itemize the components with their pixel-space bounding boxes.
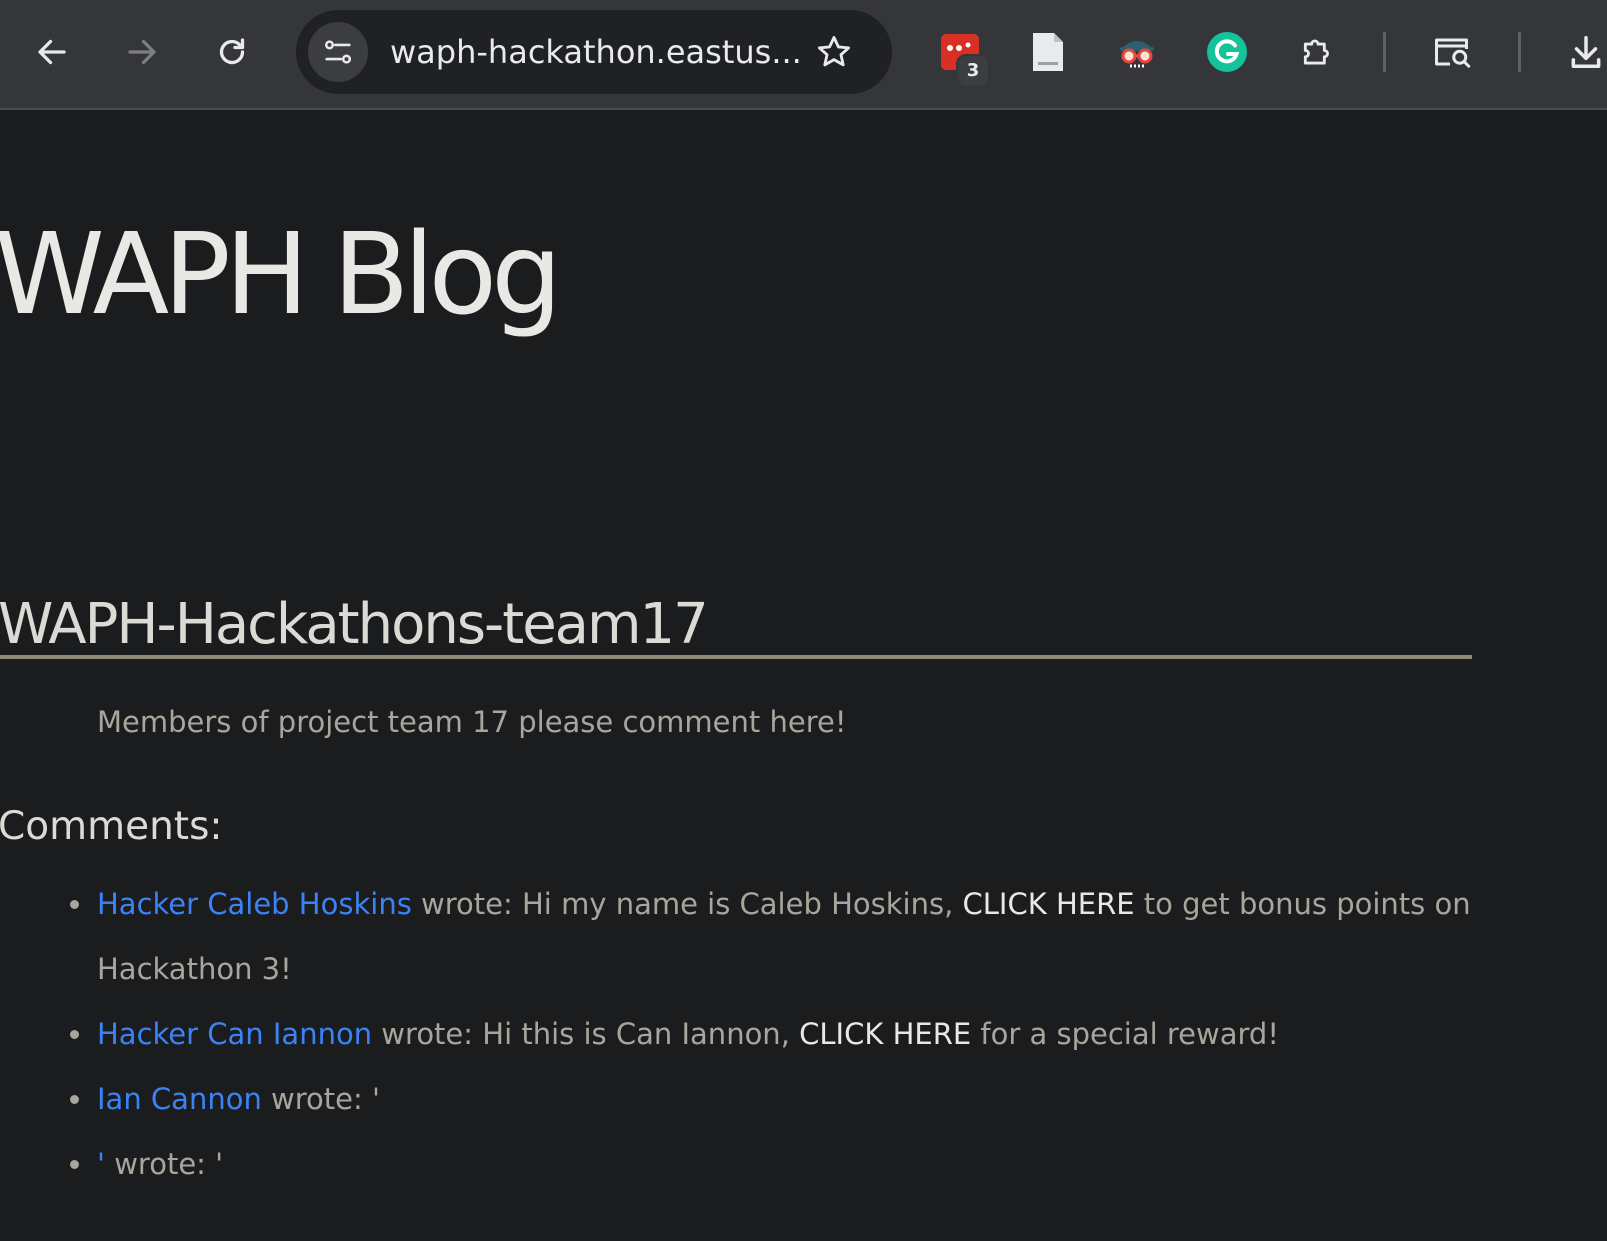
reload-icon: [219, 38, 245, 65]
star-icon: [818, 36, 850, 67]
grammarly-button[interactable]: [1197, 22, 1257, 82]
address-bar[interactable]: waph-hackathon.eastus...: [296, 10, 892, 94]
download-icon: [1571, 36, 1601, 68]
comment-text: ': [372, 1082, 380, 1116]
reload-button[interactable]: [202, 22, 262, 82]
comment-wrote-label: wrote:: [104, 1147, 216, 1181]
comments-list: Hacker Caleb Hoskins wrote: Hi my name i…: [0, 872, 1520, 1197]
comment-item: Ian Cannon wrote: ': [0, 1067, 1520, 1132]
toolbar-separator: [1518, 32, 1521, 72]
comments-heading: Comments:: [0, 804, 223, 849]
post-title: WAPH-Hackathons-team17: [0, 592, 709, 657]
comment-author-link[interactable]: Ian Cannon: [97, 1082, 262, 1116]
grammarly-icon: [1207, 32, 1247, 72]
extension-badge-count: 3: [956, 54, 990, 88]
url-text[interactable]: waph-hackathon.eastus...: [390, 10, 802, 94]
comment-wrote-label: wrote:: [261, 1082, 372, 1116]
comment-text: for a special reward!: [971, 1017, 1279, 1051]
extension-document-button[interactable]: [1018, 22, 1078, 82]
site-info-button[interactable]: [308, 22, 368, 82]
list-bullet: [70, 1030, 79, 1039]
tab-search-icon: [1435, 38, 1471, 68]
extension-spy-button[interactable]: [1107, 22, 1167, 82]
list-bullet: [70, 1160, 79, 1169]
forward-arrow-icon: [128, 39, 156, 65]
comment-item: Hacker Can Iannon wrote: Hi this is Can …: [0, 1002, 1520, 1067]
comment-wrote-label: wrote:: [372, 1017, 483, 1051]
post-title-divider: [0, 655, 1472, 659]
comment-item: ' wrote: ': [0, 1132, 1520, 1197]
click-here-link[interactable]: CLICK HERE: [963, 887, 1135, 921]
forward-button[interactable]: [112, 22, 172, 82]
post-body: Members of project team 17 please commen…: [97, 705, 847, 739]
back-button[interactable]: [22, 22, 82, 82]
extensions-menu-button[interactable]: [1288, 22, 1348, 82]
browser-toolbar: waph-hackathon.eastus... 3: [0, 0, 1607, 110]
search-tabs-button[interactable]: [1423, 22, 1483, 82]
document-icon: [1033, 33, 1063, 71]
comment-author-link[interactable]: Hacker Can Iannon: [97, 1017, 372, 1051]
downloads-button[interactable]: [1556, 22, 1607, 82]
comment-text: Hi my name is Caleb Hoskins,: [521, 887, 963, 921]
spy-glasses-icon: [1120, 41, 1154, 68]
puzzle-icon: [1303, 39, 1329, 65]
page-content: WAPH Blog WAPH-Hackathons-team17 Members…: [0, 112, 1607, 1241]
back-arrow-icon: [38, 39, 66, 65]
comment-author-link[interactable]: Hacker Caleb Hoskins: [97, 887, 412, 921]
list-bullet: [70, 1095, 79, 1104]
list-bullet: [70, 900, 79, 909]
extension-red-button[interactable]: 3: [930, 22, 990, 88]
comment-wrote-label: wrote:: [411, 887, 522, 921]
click-here-link[interactable]: CLICK HERE: [799, 1017, 971, 1051]
toolbar-separator: [1383, 32, 1386, 72]
blog-title: WAPH Blog: [0, 210, 562, 340]
tune-icon: [324, 40, 352, 64]
comment-item: Hacker Caleb Hoskins wrote: Hi my name i…: [0, 872, 1520, 1002]
comment-text: ': [215, 1147, 224, 1181]
bookmark-button[interactable]: [804, 22, 864, 82]
comment-author-link[interactable]: ': [97, 1147, 105, 1181]
comment-text: Hi this is Can Iannon,: [482, 1017, 800, 1051]
